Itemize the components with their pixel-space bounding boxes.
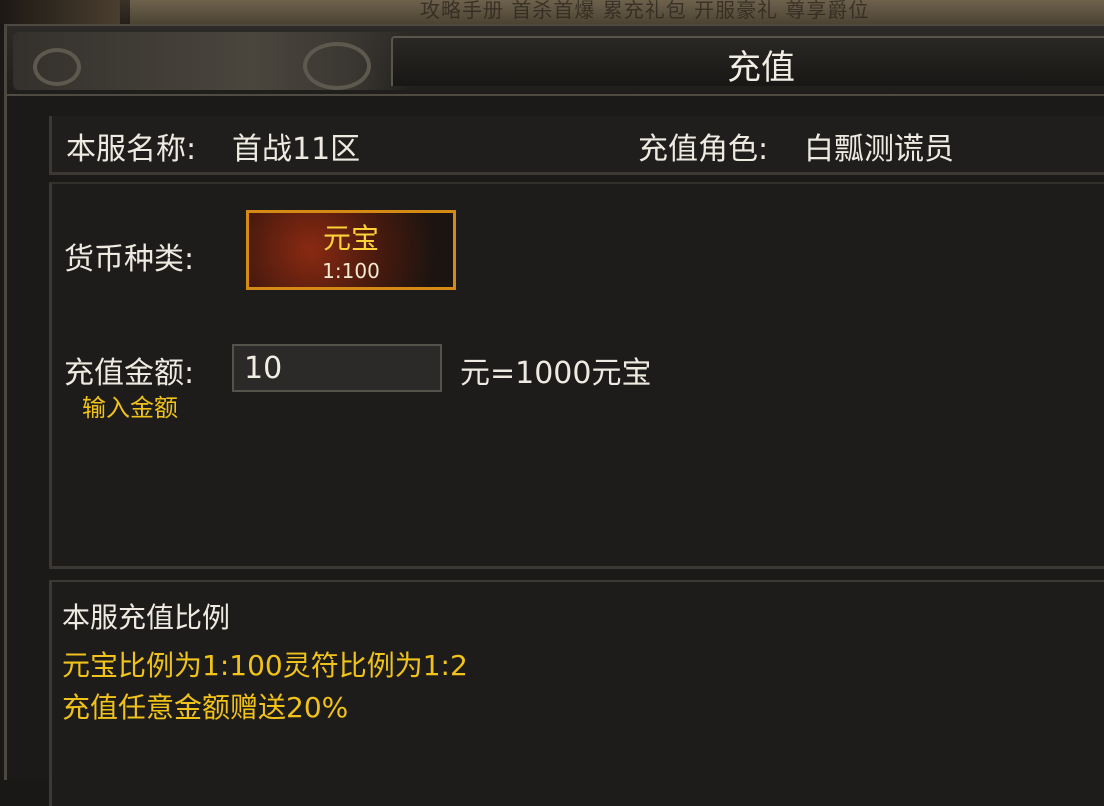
currency-ratio: 1:100 (322, 259, 380, 283)
amount-label: 充值金额: (64, 356, 195, 391)
note-line: 元宝比例为1:100灵符比例为1:2 (62, 649, 468, 682)
top-corner-ornament (0, 0, 120, 24)
title-ornament (13, 32, 413, 90)
title-bar: 充值 (7, 26, 1104, 96)
currency-yuanbao-button[interactable]: 元宝 1:100 (246, 210, 456, 290)
info-bar: 本服名称: 首战11区 充值角色: 白瓢测谎员 (49, 116, 1104, 175)
recharge-window: 充值 本服名称: 首战11区 充值角色: 白瓢测谎员 货币种类: 元宝 1:10… (4, 24, 1104, 806)
role-label: 充值角色: (638, 132, 769, 167)
currency-type-label: 货币种类: (64, 242, 195, 277)
currency-name: 元宝 (322, 222, 379, 255)
background-top-menu: 攻略手册 首杀首爆 累充礼包 开服豪礼 尊享爵位 (0, 0, 1104, 24)
swirl-ornament-icon (303, 42, 371, 90)
recharge-form-panel: 货币种类: 元宝 1:100 充值金额: 元=1000元宝 输入金额 (49, 182, 1104, 569)
window-title: 充值 (727, 48, 795, 88)
server-name-value: 首战11区 (232, 132, 361, 167)
role-name-value: 白瓢测谎员 (804, 132, 954, 167)
recharge-notes-panel: 本服充值比例 元宝比例为1:100灵符比例为1:2 充值任意金额赠送20% (49, 580, 1104, 806)
amount-hint: 输入金额 (82, 394, 178, 422)
swirl-ornament-icon (33, 48, 81, 86)
top-menu-text[interactable]: 攻略手册 首杀首爆 累充礼包 开服豪礼 尊享爵位 (420, 0, 869, 22)
server-name-label: 本服名称: (66, 132, 197, 167)
notes-title: 本服充值比例 (62, 601, 231, 634)
note-line: 充值任意金额赠送20% (62, 691, 349, 724)
conversion-text: 元=1000元宝 (460, 356, 652, 391)
amount-input[interactable] (232, 344, 442, 392)
